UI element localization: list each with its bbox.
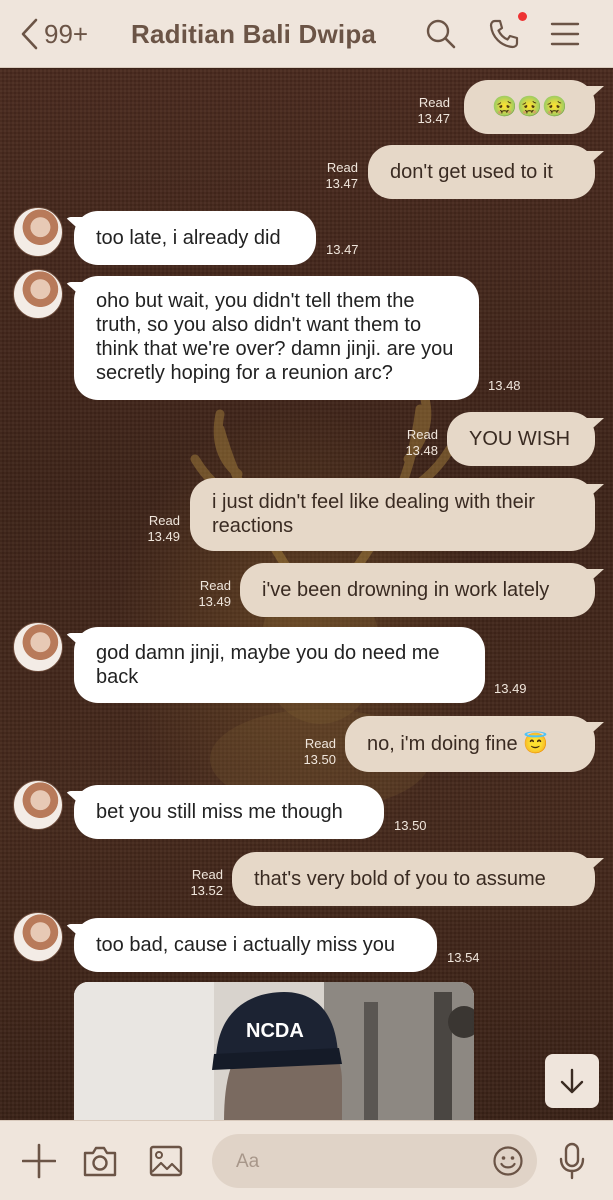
message-composer — [0, 1120, 613, 1200]
message-text: oho but wait, you didn't tell them the t… — [96, 290, 454, 384]
avatar[interactable] — [13, 269, 63, 319]
message-text: no, i'm doing fine 😇 — [367, 733, 549, 755]
message-bubble[interactable]: 🤢🤢🤢 — [464, 80, 595, 134]
message-text: too bad, cause i actually miss you — [96, 934, 396, 956]
photo-message[interactable]: NCDA — [74, 982, 474, 1120]
phone-icon[interactable] — [488, 18, 520, 50]
message-text: bet you still miss me though — [96, 801, 343, 823]
message-text: YOU WISH — [469, 428, 571, 450]
message-time: 13.48 — [488, 378, 521, 393]
message-time: 13.52 — [190, 883, 223, 898]
message-time: 13.48 — [405, 443, 438, 458]
read-receipt: Read — [199, 578, 231, 593]
message-time: 13.47 — [417, 111, 450, 126]
camera-icon[interactable] — [82, 1141, 118, 1181]
message-time: 13.50 — [303, 752, 336, 767]
message-bubble[interactable]: bet you still miss me though — [74, 785, 384, 839]
read-receipt: Read — [148, 513, 180, 528]
message-time: 13.50 — [394, 818, 427, 833]
message-meta: Read 13.49 — [191, 578, 231, 610]
message-time: 13.49 — [198, 594, 231, 609]
microphone-icon[interactable] — [558, 1141, 586, 1181]
plus-icon[interactable] — [22, 1141, 56, 1181]
message-bubble[interactable]: i've been drowning in work lately — [240, 563, 595, 617]
message-bubble[interactable]: too bad, cause i actually miss you — [74, 918, 437, 972]
message-meta: Read 13.47 — [318, 160, 358, 192]
message-text: too late, i already did — [96, 227, 281, 249]
message-time: 13.49 — [494, 681, 527, 696]
notification-dot — [518, 12, 527, 21]
avatar[interactable] — [13, 622, 63, 672]
message-input[interactable] — [234, 1134, 488, 1190]
contact-name[interactable]: Raditian Bali Dwipa — [131, 19, 376, 50]
read-receipt: Read — [191, 867, 223, 882]
search-icon[interactable] — [425, 18, 457, 50]
photo-thumbnail: NCDA — [74, 982, 474, 1120]
message-meta: Read 13.50 — [296, 736, 336, 768]
unread-count: 99+ — [44, 18, 89, 49]
message-text: don't get used to it — [390, 161, 553, 183]
avatar[interactable] — [13, 780, 63, 830]
message-bubble[interactable]: no, i'm doing fine 😇 — [345, 716, 595, 772]
message-bubble[interactable]: god damn jinji, maybe you do need me bac… — [74, 627, 485, 703]
arrow-down-icon — [560, 1068, 584, 1094]
avatar[interactable] — [13, 912, 63, 962]
message-bubble[interactable]: oho but wait, you didn't tell them the t… — [74, 276, 479, 400]
message-bubble[interactable]: don't get used to it — [368, 145, 595, 199]
message-text: i've been drowning in work lately — [262, 579, 550, 601]
message-bubble[interactable]: i just didn't feel like dealing with the… — [190, 478, 595, 551]
message-text: i just didn't feel like dealing with the… — [212, 491, 535, 537]
menu-icon[interactable] — [549, 18, 581, 50]
read-receipt: Read — [406, 427, 438, 442]
read-receipt: Read — [304, 736, 336, 751]
message-meta: Read 13.47 — [410, 95, 450, 127]
message-bubble[interactable]: too late, i already did — [74, 211, 316, 265]
message-time: 13.47 — [326, 242, 359, 257]
message-meta: Read 13.49 — [140, 513, 180, 545]
message-bubble[interactable]: that's very bold of you to assume — [232, 852, 595, 906]
message-input-container[interactable] — [212, 1134, 537, 1190]
message-time: 13.49 — [147, 529, 180, 544]
message-text: god damn jinji, maybe you do need me bac… — [96, 642, 440, 688]
image-icon[interactable] — [148, 1141, 184, 1181]
scroll-to-bottom-button[interactable] — [545, 1054, 599, 1108]
read-receipt: Read — [326, 160, 358, 175]
chat-area[interactable]: Read 13.47 🤢🤢🤢 Read 13.47 don't get used… — [0, 69, 613, 1120]
cap-logo-text: NCDA — [246, 1020, 304, 1042]
message-meta: Read 13.52 — [183, 867, 223, 899]
message-text: 🤢🤢🤢 — [492, 96, 567, 118]
message-meta: Read 13.48 — [398, 427, 438, 459]
message-bubble[interactable]: YOU WISH — [447, 412, 595, 466]
message-time: 13.47 — [325, 176, 358, 191]
emoji-icon[interactable] — [492, 1145, 524, 1177]
message-text: that's very bold of you to assume — [254, 868, 546, 890]
read-receipt: Read — [418, 95, 450, 110]
message-time: 13.54 — [447, 950, 480, 965]
avatar[interactable] — [13, 207, 63, 257]
chat-header: 99+ Raditian Bali Dwipa — [0, 0, 613, 68]
chevron-left-icon — [21, 18, 38, 50]
back-button[interactable]: 99+ — [18, 17, 88, 51]
